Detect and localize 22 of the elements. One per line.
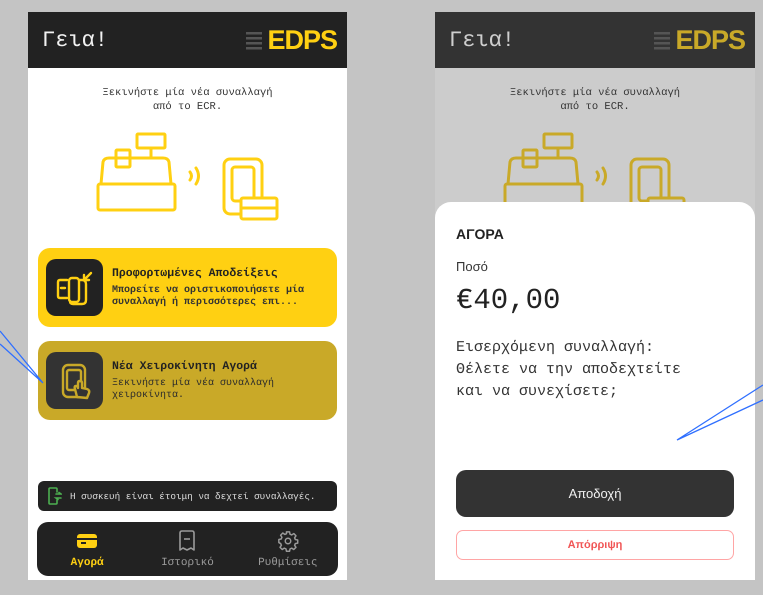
- amount-value: €40,00: [456, 284, 562, 317]
- logo-text: EDPS: [675, 24, 745, 56]
- greeting-text: Γεια!: [42, 28, 108, 52]
- logo-text: EDPS: [267, 24, 337, 56]
- amount-label: Ποσό: [456, 259, 489, 274]
- prompt-text: Ξεκινήστε μία νέα συναλλαγή από το ECR.: [510, 86, 680, 114]
- action-card[interactable]: Νέα Χειροκίνητη Αγορά Ξεκινήστε μία νέα συναλλαγή χειροκίνητα.: [38, 341, 337, 420]
- phone-transfer-icon: [48, 487, 62, 505]
- accept-button[interactable]: Αποδοχή: [456, 470, 734, 517]
- logo-stripes-icon: [652, 30, 672, 50]
- nav-tab[interactable]: Ρυθμίσεις: [242, 530, 333, 568]
- nav-tab[interactable]: Αγορά: [42, 530, 132, 568]
- pointer-lines: [0, 330, 44, 386]
- logo-stripes-icon: [244, 30, 264, 50]
- settings-icon: [276, 530, 299, 552]
- dialog-title: ΑΓΟΡΑ: [456, 226, 505, 242]
- dialog-message: Εισερχόμενη συναλλαγή: Θέλετε να την αποδεχτείτε και να συνεχίσετε;: [456, 338, 682, 402]
- status-text: Η συσκευή είναι έτοιμη να δεχτεί συναλλαγές.: [70, 490, 316, 502]
- prompt-text: Ξεκινήστε μία νέα συναλλαγή από το ECR.: [102, 86, 273, 114]
- greeting-text: Γεια!: [449, 28, 516, 52]
- nav-tab[interactable]: Ιστορικό: [142, 530, 232, 568]
- action-card[interactable]: Προφορτωμένες Αποδείξεις Μπορείτε να οριστικοποιήσετε μία συναλλαγή ή περισσότερες επι...: [38, 248, 337, 327]
